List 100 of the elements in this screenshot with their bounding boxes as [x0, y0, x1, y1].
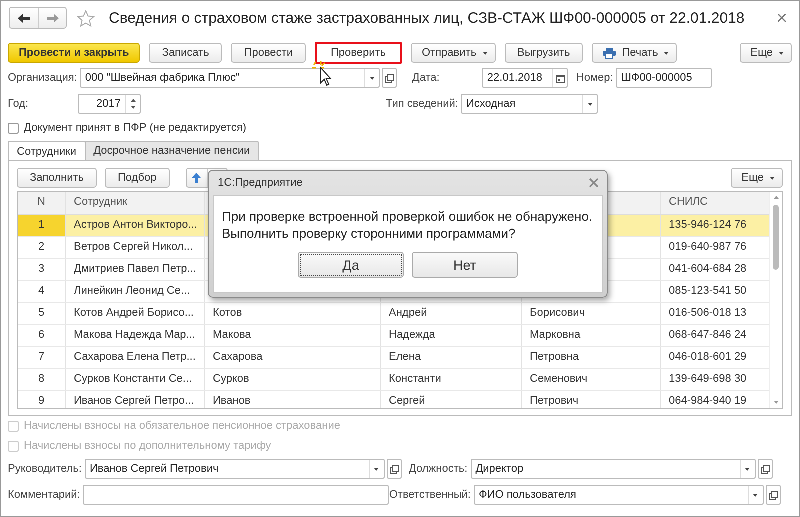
field-label: Комментарий: — [8, 489, 80, 501]
scroll-down-icon — [774, 401, 778, 404]
table-cell-text: 068-647-846 24 — [668, 328, 748, 343]
close-button[interactable] — [587, 176, 601, 190]
table-cell: Иванов Сергей Петро... — [66, 391, 205, 408]
column-header: СНИЛС — [668, 195, 709, 210]
input-field[interactable]: 000 "Швейная фабрика Плюс" — [80, 68, 380, 88]
close-button[interactable] — [776, 12, 788, 24]
open-button[interactable] — [766, 485, 781, 505]
table-cell: Андрей — [381, 303, 522, 324]
table-cell-text: 139-649-698 30 — [668, 372, 748, 387]
table-cell-text: 046-018-601 29 — [668, 350, 748, 365]
dialog-message: При проверке встроенной проверкой ошибок не обнаружено. — [222, 208, 594, 225]
input-field[interactable]: ФИО пользователя — [474, 485, 764, 505]
table-cell: Надежда — [381, 325, 522, 346]
checkbox[interactable] — [8, 122, 19, 134]
caret-icon — [482, 52, 488, 54]
close-icon — [589, 178, 599, 188]
toolbar-button[interactable]: Провести и закрыть — [8, 43, 140, 63]
more-button[interactable]: Еще — [730, 168, 783, 188]
field-label: Организация: — [8, 72, 78, 84]
input-field[interactable]: Директор — [470, 459, 756, 479]
tab[interactable]: Досрочное назначение пенсии — [84, 141, 260, 160]
toolbar-button[interactable]: Проверить — [314, 42, 402, 64]
scrollbar-thumb[interactable] — [773, 205, 779, 270]
input-field[interactable]: Исходная — [461, 94, 598, 114]
checkbox-label: Документ принят в ПФР (не редактируется) — [24, 122, 246, 134]
table-cell-text: 064-984-940 19 — [668, 394, 748, 408]
input-field[interactable]: ШФ00-000005 — [616, 68, 712, 88]
field-label: Год: — [8, 98, 30, 110]
table-cell: Ветров Сергей Никол... — [66, 237, 205, 258]
arrow-right-icon — [46, 14, 58, 22]
table-cell: Борисович — [522, 303, 661, 324]
toolbar-button[interactable]: Заполнить — [17, 168, 98, 188]
toolbar-button[interactable]: Отправить — [411, 43, 496, 63]
table-cell: Макова Надежда Мар... — [66, 325, 205, 346]
dialog-button[interactable]: Да — [298, 252, 404, 278]
table-cell: Сурков — [205, 369, 381, 390]
table-cell: Котов Андрей Борисо... — [66, 303, 205, 324]
table-cell: Сахарова — [205, 347, 381, 368]
row-number-cell: 2 — [18, 237, 66, 258]
caret-icon — [779, 52, 784, 54]
open-button[interactable] — [758, 459, 773, 479]
table-cell: Дмитриев Павел Петр... — [66, 259, 205, 280]
field-label: Руководитель: — [8, 463, 82, 475]
column-header: N — [18, 192, 66, 214]
window-title: Сведения о страховом стаже застрахованных лиц, СЗВ-СТАЖ ШФ00-000005 от 22.01.2018 — [109, 10, 745, 26]
field-label: Тип сведений: — [386, 98, 458, 110]
open-window-icon — [390, 464, 399, 474]
row-number-cell: 3 — [18, 259, 66, 280]
table-cell: Линейкин Леонид Се... — [66, 281, 205, 302]
field-label: Дата: — [412, 72, 441, 84]
table-cell-text: 135-946-124 76 — [668, 218, 748, 233]
open-button[interactable] — [382, 68, 398, 88]
dialog-button[interactable]: Нет — [412, 252, 518, 278]
row-number-cell: 6 — [18, 325, 66, 346]
caret-icon — [664, 52, 670, 54]
more-button[interactable]: Еще — [740, 43, 792, 63]
row-number-cell: 4 — [18, 281, 66, 302]
toolbar-button[interactable]: Выгрузить — [504, 43, 584, 63]
table-cell: Астров Антон Викторо... — [66, 215, 205, 236]
open-window-icon — [760, 464, 770, 474]
table-cell: Марковна — [522, 325, 661, 346]
table-cell: Петровна — [522, 347, 661, 368]
row-number-cell: 5 — [18, 303, 66, 324]
caret-icon — [745, 468, 750, 470]
toolbar-button[interactable]: Провести — [231, 43, 306, 63]
open-window-icon — [768, 490, 778, 500]
table-cell: Сурков Константи Се... — [66, 369, 205, 390]
table-cell: Петрович — [522, 391, 661, 408]
input-field[interactable]: 22.01.2018 — [482, 68, 568, 88]
input-field[interactable]: Иванов Сергей Петрович — [84, 459, 385, 479]
field-label: Номер: — [576, 72, 614, 84]
close-icon — [778, 14, 786, 22]
scrollbar[interactable] — [769, 192, 782, 408]
open-window-icon — [385, 74, 394, 82]
table-cell: Иванов — [205, 391, 381, 408]
spin-icon — [130, 98, 136, 110]
toolbar-button[interactable]: Печать — [592, 43, 678, 63]
caret-icon — [374, 468, 380, 470]
table-cell: Котов — [205, 303, 381, 324]
table-cell: Сергей — [381, 391, 522, 408]
toolbar-button[interactable]: Подбор — [105, 168, 170, 188]
calendar-icon — [556, 74, 565, 82]
checkbox-label: Начислены взносы по дополнительному тарифу — [24, 440, 272, 452]
input-field[interactable]: 2017 — [78, 94, 141, 114]
open-button[interactable] — [386, 459, 402, 479]
tab[interactable]: Сотрудники — [8, 141, 86, 161]
table-cell: Елена — [381, 347, 522, 368]
table-cell-text: 016-506-018 13 — [668, 306, 748, 321]
dialog-message: Выполнить проверку сторонними программами? — [222, 225, 517, 242]
toolbar-button[interactable]: Записать — [149, 43, 222, 63]
table-cell-text: 085-123-541 50 — [668, 284, 748, 299]
table-cell: Семенович — [522, 369, 661, 390]
scroll-up-icon — [774, 196, 778, 199]
input-field[interactable] — [83, 485, 390, 505]
row-number-cell: 1 — [18, 215, 66, 236]
table-cell: Макова — [205, 325, 381, 346]
printer-icon — [603, 48, 616, 58]
caret-icon — [588, 102, 593, 106]
